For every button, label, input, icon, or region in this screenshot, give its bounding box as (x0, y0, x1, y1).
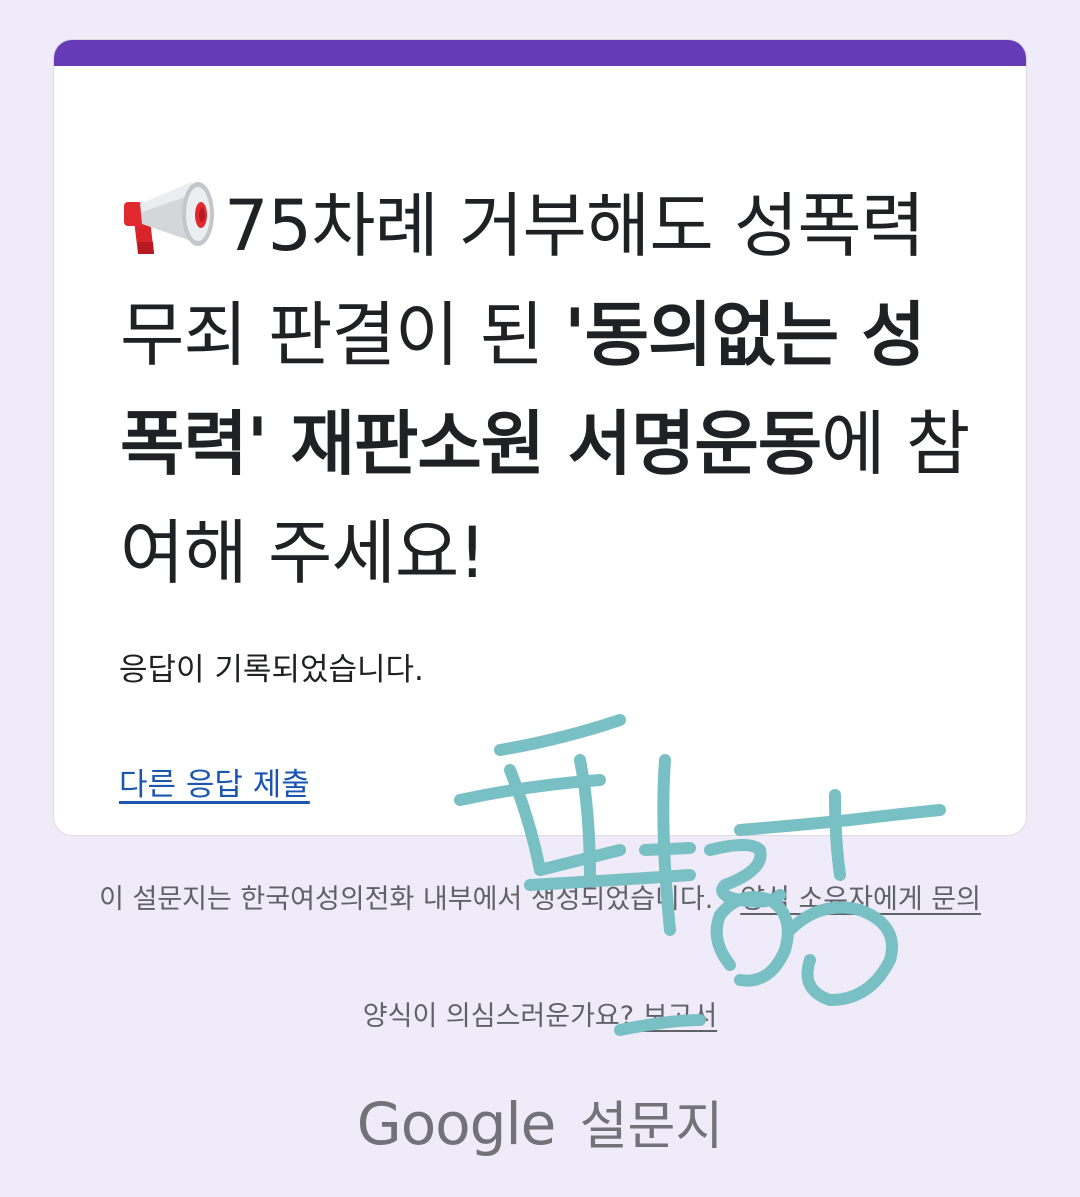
contact-owner-link[interactable]: 양식 소유자에게 문의 (740, 884, 981, 915)
confirmation-message: 응답이 기록되었습니다. (119, 652, 424, 688)
form-title: 75차례 거부해도 성폭력 무죄 판결이 된 '동의없는 성폭력' 재판소원 서… (120, 172, 980, 608)
card-accent-bar (54, 40, 1026, 66)
report-link[interactable]: 보고서 (643, 1001, 718, 1032)
google-wordmark: Google (356, 1090, 557, 1158)
form-origin-text: 이 설문지는 한국여성의전화 내부에서 생성되었습니다. - (99, 884, 741, 915)
megaphone-icon (120, 178, 220, 254)
forms-product-name: 설문지 (579, 1097, 724, 1157)
form-origin-notice: 이 설문지는 한국여성의전화 내부에서 생성되었습니다. - 양식 소유자에게 … (60, 880, 1020, 920)
suspicious-form-text: 양식이 의심스러운가요? (362, 1001, 643, 1032)
google-forms-logo[interactable]: Google 설문지 (0, 1084, 1080, 1159)
report-notice: 양식이 의심스러운가요? 보고서 (0, 994, 1080, 1033)
response-card: 75차례 거부해도 성폭력 무죄 판결이 된 '동의없는 성폭력' 재판소원 서… (54, 40, 1026, 835)
submit-another-response-link[interactable]: 다른 응답 제출 (119, 759, 310, 804)
